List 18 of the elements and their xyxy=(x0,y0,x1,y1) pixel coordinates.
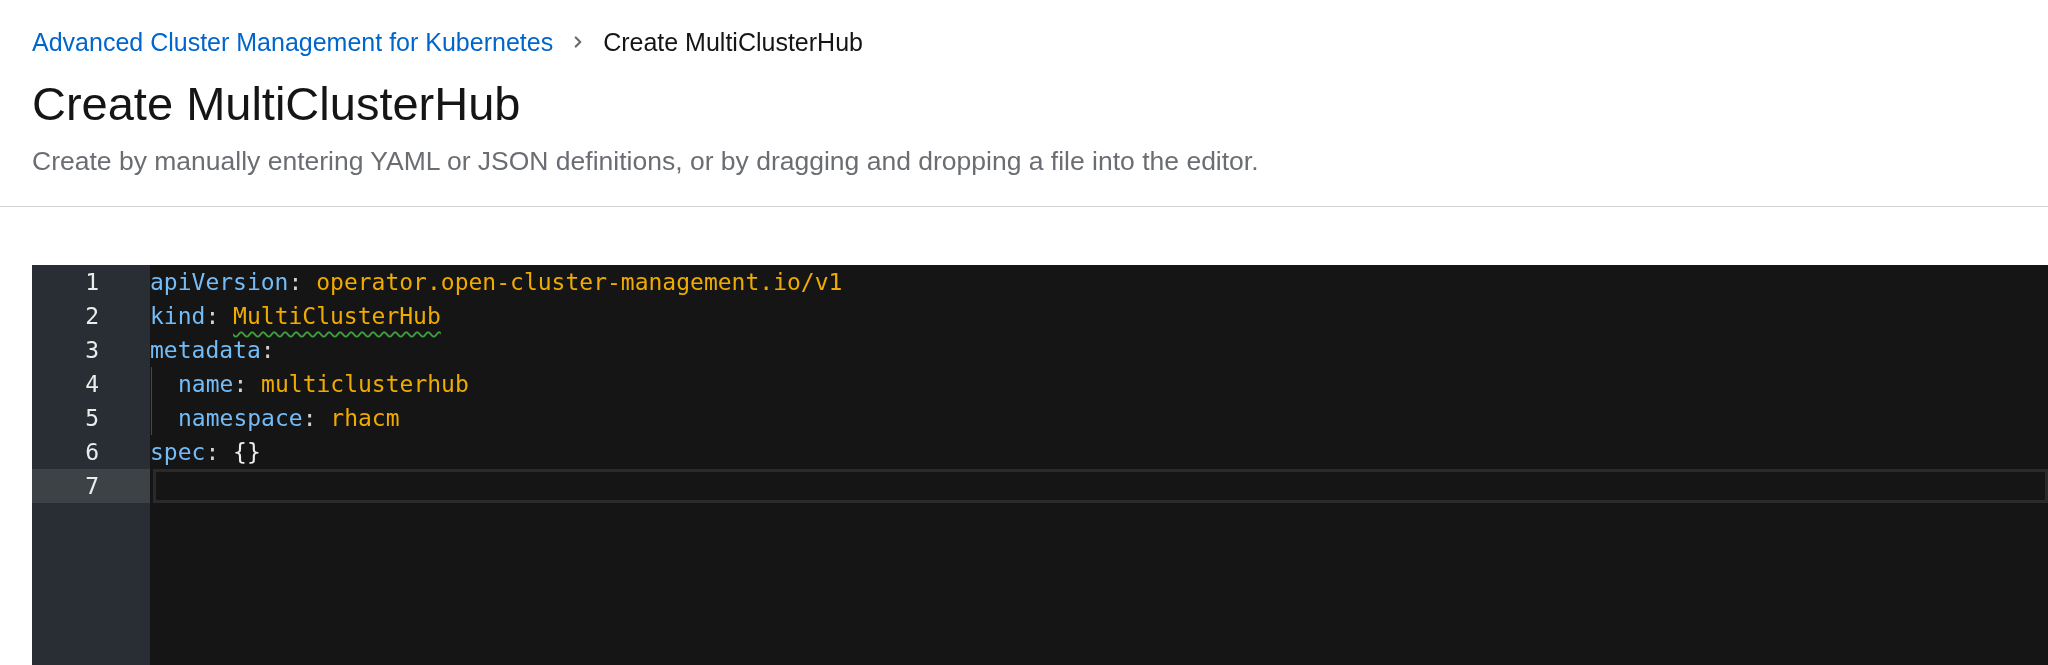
code-line: metadata: xyxy=(150,335,276,365)
code-line: spec: {} xyxy=(150,437,262,467)
line-number: 4 xyxy=(84,370,100,399)
breadcrumb-current: Create MultiClusterHub xyxy=(603,27,863,58)
line-number: 5 xyxy=(84,404,100,433)
code-line: apiVersion: operator.open-cluster-management.io/v1 xyxy=(150,267,844,297)
code-line: namespace: rhacm xyxy=(178,403,401,433)
code-line: name: multiclusterhub xyxy=(178,369,470,399)
breadcrumb-link[interactable]: Advanced Cluster Management for Kubernetes xyxy=(32,26,554,58)
code-editor-field[interactable]: 1 2 3 4 5 6 7 apiVersion: operator.open-cluster-management.io/v1 kind: MultiClusterHub metadata: name: multiclusterhub namespace: rhacm spec: {} xyxy=(32,265,2048,665)
line-number: 1 xyxy=(84,268,100,297)
code-line: kind: MultiClusterHub xyxy=(150,301,442,331)
line-number: 3 xyxy=(84,336,100,365)
line-number: 7 xyxy=(32,469,150,503)
page-title: Create MultiClusterHub xyxy=(32,76,521,132)
line-number: 6 xyxy=(84,438,100,467)
line-number: 2 xyxy=(84,302,100,331)
page-description: Create by manually entering YAML or JSON definitions, or by dragging and dropping a file into the editor. xyxy=(32,145,1259,177)
